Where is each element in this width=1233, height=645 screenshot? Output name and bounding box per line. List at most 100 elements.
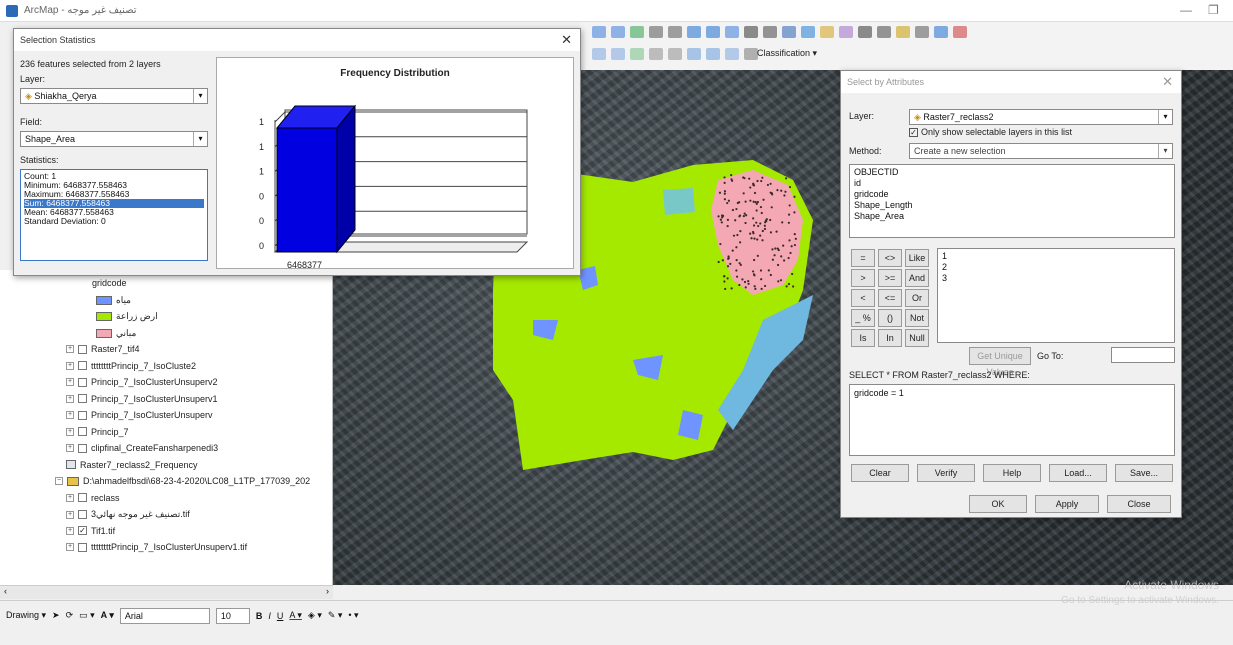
toolbar-button[interactable]	[592, 26, 606, 38]
unique-values-list[interactable]: 123	[937, 248, 1175, 343]
minimize-icon[interactable]: —	[1180, 3, 1192, 17]
operator-button[interactable]: Null	[905, 329, 929, 347]
expression-action-button[interactable]: Help	[983, 464, 1041, 482]
toolbar-button[interactable]	[744, 26, 758, 38]
toc-item[interactable]: مياه	[96, 295, 131, 306]
rotate-icon[interactable]: ⟳	[66, 610, 74, 621]
operator-button[interactable]: >	[851, 269, 875, 287]
classification-dropdown[interactable]: Classification ▾	[757, 48, 817, 59]
toc-item[interactable]: + Princip_7_IsoClusterUnsuperv1	[66, 394, 218, 404]
chevron-down-icon[interactable]: ▾	[193, 89, 207, 103]
close-icon[interactable]: ✕	[561, 32, 572, 48]
operator-button[interactable]: <	[851, 289, 875, 307]
fields-list[interactable]: OBJECTID id gridcode Shape_Length Shape_Area	[849, 164, 1175, 238]
operator-button[interactable]: <>	[878, 249, 902, 267]
go-to-input[interactable]	[1111, 347, 1175, 363]
toolbar-button[interactable]	[725, 26, 739, 38]
operator-button[interactable]: And	[905, 269, 929, 287]
value-list-item[interactable]: 3	[942, 273, 1170, 284]
operator-button[interactable]: Is	[851, 329, 875, 347]
toc-item[interactable]: + clipfinal_CreateFansharpenedi3	[66, 443, 218, 453]
checkbox-icon[interactable]	[78, 344, 87, 354]
toc-item[interactable]: Raster7_reclass2_Frequency	[66, 460, 198, 470]
toolbar-button[interactable]	[687, 26, 701, 38]
field-list-item[interactable]: gridcode	[854, 189, 1170, 200]
method-combo[interactable]: Create a new selection ▾	[909, 143, 1173, 159]
marker-color-icon[interactable]: • ▾	[348, 610, 358, 621]
expand-icon[interactable]: +	[66, 510, 74, 519]
operator-button[interactable]: _ %	[851, 309, 875, 327]
toolbar-button[interactable]	[592, 48, 606, 60]
scroll-left-icon[interactable]: ‹	[4, 586, 7, 596]
toc-item[interactable]: + ttttttttPrincip_7_IsoClusterUnsuperv1.t…	[66, 542, 247, 552]
chevron-down-icon[interactable]: ▾	[193, 132, 207, 146]
toolbar-button[interactable]	[934, 26, 948, 38]
toc-item[interactable]: ارض زراعة	[96, 311, 158, 322]
font-size-combo[interactable]: 10	[215, 607, 250, 624]
font-color-icon[interactable]: A ▾	[289, 610, 302, 621]
toolbar-button[interactable]	[725, 48, 739, 60]
expression-action-button[interactable]: Save...	[1115, 464, 1173, 482]
expression-action-button[interactable]: Load...	[1049, 464, 1107, 482]
expand-icon[interactable]: +	[66, 427, 74, 436]
expression-action-button[interactable]: Clear	[851, 464, 909, 482]
italic-icon[interactable]: I	[268, 611, 271, 621]
value-list-item[interactable]: 2	[942, 262, 1170, 273]
checkbox-checked-icon[interactable]: ✓	[78, 526, 87, 535]
chevron-down-icon[interactable]: ▾	[1158, 144, 1172, 158]
toc-item[interactable]: − D:\ahmadelfbsdi\68-23-4-2020\LC08_L1TP_…	[55, 476, 310, 486]
field-list-item[interactable]: Shape_Length	[854, 200, 1170, 211]
expand-icon[interactable]: +	[66, 493, 74, 502]
checkbox-icon[interactable]	[78, 542, 87, 552]
toolbar-button[interactable]	[858, 26, 872, 38]
toolbar-button[interactable]	[706, 26, 720, 38]
only-selectable-checkbox[interactable]: ✓ Only show selectable layers in this lis…	[909, 127, 1072, 137]
fill-color-icon[interactable]: ◈ ▾	[308, 610, 322, 621]
checkbox-icon[interactable]	[78, 361, 87, 370]
toolbar-button[interactable]	[896, 26, 910, 38]
toolbar-button[interactable]	[782, 26, 796, 38]
toolbar-button[interactable]	[649, 48, 663, 60]
toolbar-button[interactable]	[630, 48, 644, 60]
toolbar-button[interactable]	[820, 26, 834, 38]
toolbar-button[interactable]	[611, 48, 625, 60]
get-unique-values-button[interactable]: Get Unique Values	[969, 347, 1031, 377]
operator-button[interactable]: <=	[878, 289, 902, 307]
toolbar-button[interactable]	[877, 26, 891, 38]
expression-input[interactable]: gridcode = 1	[849, 384, 1175, 456]
bold-icon[interactable]: B	[256, 611, 263, 621]
operator-button[interactable]: Not	[905, 309, 929, 327]
toc-item[interactable]: + Princip_7_IsoClusterUnsuperv	[66, 410, 213, 420]
toolbar-button[interactable]	[630, 26, 644, 38]
checkbox-icon[interactable]	[78, 377, 87, 387]
expand-icon[interactable]: +	[66, 394, 74, 403]
operator-button[interactable]: =	[851, 249, 875, 267]
toolbar-button[interactable]	[744, 48, 758, 60]
field-list-item[interactable]: Shape_Area	[854, 211, 1170, 222]
drawing-menu[interactable]: Drawing ▾	[6, 610, 46, 621]
apply-button[interactable]: Apply	[1035, 495, 1099, 513]
toolbar-button[interactable]	[687, 48, 701, 60]
checkbox-icon[interactable]	[78, 410, 87, 420]
expand-icon[interactable]: +	[66, 411, 74, 419]
close-icon[interactable]: ✕	[1162, 74, 1173, 90]
toc-item[interactable]: + ttttttttPrincip_7_IsoCluste2	[66, 361, 196, 371]
checkbox-icon[interactable]	[78, 443, 87, 453]
toc-item[interactable]: مباني	[96, 328, 136, 339]
chevron-down-icon[interactable]: ▾	[1158, 110, 1172, 124]
expand-icon[interactable]: +	[66, 378, 74, 386]
toc-item[interactable]: gridcode	[92, 278, 127, 288]
operator-button[interactable]: In	[878, 329, 902, 347]
field-list-item[interactable]: id	[854, 178, 1170, 189]
restore-icon[interactable]: ❐	[1208, 3, 1219, 17]
statistics-box[interactable]: Count: 1 Minimum: 6468377.558463 Maximum: …	[20, 169, 208, 261]
select-elements-icon[interactable]: ➤	[52, 610, 60, 621]
toolbar-button[interactable]	[839, 26, 853, 38]
expression-action-button[interactable]: Verify	[917, 464, 975, 482]
collapse-icon[interactable]: −	[55, 477, 63, 485]
expand-icon[interactable]: +	[66, 543, 74, 551]
scroll-right-icon[interactable]: ›	[326, 586, 329, 596]
toc-item[interactable]: + reclass	[66, 493, 120, 503]
toolbar-button[interactable]	[953, 26, 967, 38]
rectangle-icon[interactable]: ▭ ▾	[79, 610, 95, 621]
